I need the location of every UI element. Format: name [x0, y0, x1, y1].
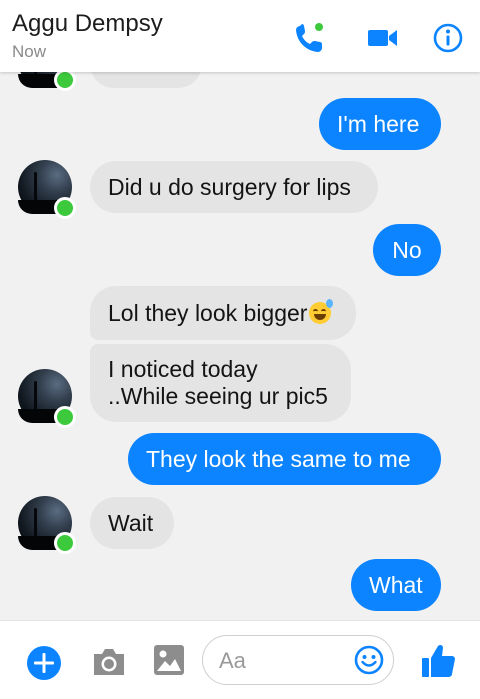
emoji-icon[interactable]	[353, 644, 385, 676]
message-bubble-incoming[interactable]: I noticed today ..While seeing ur pic5	[90, 344, 351, 422]
message-bubble-incoming[interactable]	[90, 72, 202, 88]
phone-icon[interactable]	[290, 18, 330, 58]
message-line: ..While seeing ur pic5	[108, 383, 328, 409]
contact-name[interactable]: Aggu Dempsy	[12, 10, 163, 38]
conversation-header: Aggu Dempsy Now	[0, 0, 480, 72]
message-line: I noticed today	[108, 356, 258, 382]
message-bubble-incoming[interactable]: Wait	[90, 497, 174, 549]
like-icon[interactable]	[418, 641, 458, 681]
message-input-box[interactable]	[202, 635, 394, 685]
message-list[interactable]: I'm here Did u do surgery for lips No Lo…	[0, 72, 480, 620]
plus-icon[interactable]	[26, 645, 62, 681]
message-bubble-outgoing[interactable]: They look the same to me	[128, 433, 441, 485]
message-bubble-incoming[interactable]: Did u do surgery for lips	[90, 161, 378, 213]
camera-icon[interactable]	[90, 645, 128, 679]
online-status-dot	[54, 406, 76, 428]
image-icon[interactable]	[152, 643, 186, 677]
online-status-dot	[54, 197, 76, 219]
message-input[interactable]	[217, 646, 351, 676]
message-bubble-outgoing[interactable]: I'm here	[319, 98, 441, 150]
online-status-dot	[54, 72, 76, 91]
message-composer	[0, 620, 480, 699]
message-bubble-incoming[interactable]: Lol they look bigger	[90, 286, 356, 340]
contact-status: Now	[12, 42, 47, 61]
sweat-smile-emoji	[309, 299, 334, 324]
message-bubble-outgoing[interactable]: No	[373, 224, 441, 276]
message-bubble-outgoing[interactable]: What	[351, 559, 441, 611]
video-call-icon[interactable]	[362, 18, 402, 58]
online-status-dot	[54, 532, 76, 554]
info-icon[interactable]	[428, 18, 468, 58]
